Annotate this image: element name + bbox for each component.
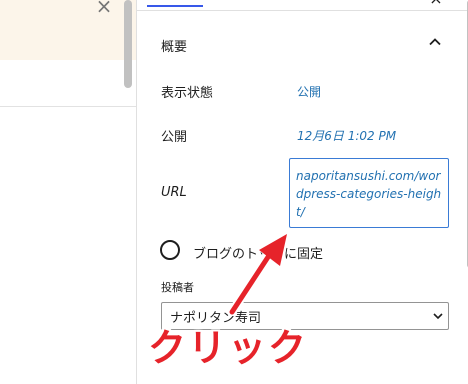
annotation-caption: クリック	[148, 326, 309, 370]
publish-label: 公開	[161, 130, 188, 145]
publish-date-button[interactable]: 12月6日 1:02 PM	[297, 127, 396, 144]
editor-notice: ×	[0, 0, 136, 60]
close-icon[interactable]: ×	[92, 0, 116, 18]
divider	[137, 10, 468, 11]
chevron-down-icon	[433, 313, 443, 320]
scrollbar[interactable]	[124, 0, 132, 88]
summary-panel-title[interactable]: 概要	[161, 36, 187, 55]
chevron-up-icon[interactable]	[427, 34, 443, 50]
editor-canvas: ×	[0, 0, 136, 384]
annotation-arrow-icon	[227, 230, 290, 316]
visibility-label: 表示状態	[161, 86, 214, 101]
visibility-toggle[interactable]: 公開	[297, 83, 321, 100]
url-label: URL	[161, 185, 187, 200]
divider	[0, 106, 136, 107]
sticky-radio[interactable]	[160, 240, 180, 260]
url-link-button[interactable]: naporitansushi.com/wordpress-categories-…	[289, 158, 449, 228]
author-label: 投稿者	[161, 281, 194, 294]
close-icon[interactable]: ×	[427, 0, 445, 8]
active-tab-indicator	[147, 5, 203, 7]
